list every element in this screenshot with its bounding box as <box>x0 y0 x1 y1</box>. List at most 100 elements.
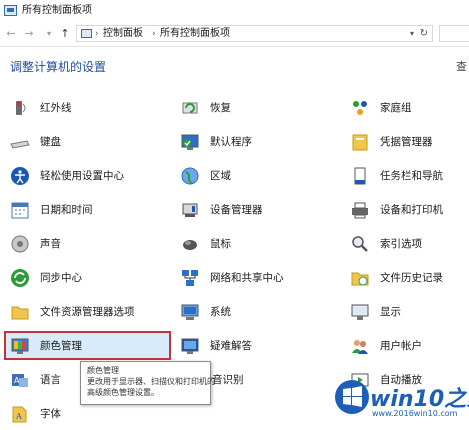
address-bar: ← → ▾ ↑ › 控制面板 › 所有控制面板项 ▾ ↻ <box>0 22 469 47</box>
item-label: 鼠标 <box>210 238 231 250</box>
item-label: 颜色管理 <box>40 340 82 352</box>
item-mouse[interactable]: 鼠标 <box>180 230 330 258</box>
item-credential-manager[interactable]: 凭据管理器 <box>350 128 468 156</box>
tooltip-title: 颜色管理 <box>87 366 119 375</box>
device-manager-icon <box>182 203 198 217</box>
item-infrared[interactable]: 红外线 <box>10 94 160 122</box>
watermark-url: www.2016win10.com <box>372 409 458 418</box>
item-label: 任务栏和导航 <box>380 170 443 182</box>
address-dropdown-icon[interactable]: ▾ <box>410 27 414 41</box>
item-network[interactable]: 网络和共享中心 <box>180 264 330 292</box>
taskbar-icon <box>354 167 366 185</box>
item-label: 红外线 <box>40 102 72 114</box>
control-panel-small-icon <box>81 29 92 38</box>
up-arrow-icon[interactable]: ↑ <box>58 26 72 42</box>
item-taskbar[interactable]: 任务栏和导航 <box>350 162 468 190</box>
refresh-icon[interactable]: ↻ <box>420 27 428 41</box>
tooltip-line: 高级颜色管理设置。 <box>87 388 159 397</box>
devices-printers-icon <box>352 202 368 219</box>
item-region[interactable]: 区域 <box>180 162 330 190</box>
language-icon: A <box>12 374 28 387</box>
breadcrumb-separator: › <box>152 29 156 39</box>
troubleshooting-icon <box>181 338 199 354</box>
item-language[interactable]: A 语言 <box>10 366 70 394</box>
item-label: 日期和时间 <box>40 204 93 216</box>
item-label: 同步中心 <box>40 272 82 284</box>
network-icon <box>182 270 198 286</box>
window-title: 所有控制面板项 <box>22 5 92 16</box>
item-label: 疑难解答 <box>210 340 252 352</box>
item-color-management[interactable]: 颜色管理 <box>10 332 160 360</box>
back-arrow-icon[interactable]: ← <box>4 26 18 42</box>
default-programs-icon <box>181 134 199 150</box>
item-label: 设备管理器 <box>210 204 263 216</box>
fonts-icon: A <box>12 406 27 423</box>
item-recovery[interactable]: 恢复 <box>180 94 330 122</box>
system-icon <box>181 304 199 320</box>
item-file-history[interactable]: 文件历史记录 <box>350 264 468 292</box>
item-label: 设备和打印机 <box>380 204 443 216</box>
item-label: 索引选项 <box>380 238 422 250</box>
item-label: 键盘 <box>40 136 61 148</box>
item-label: 默认程序 <box>210 136 252 148</box>
date-time-icon <box>11 202 29 219</box>
item-default-programs[interactable]: 默认程序 <box>180 128 330 156</box>
recovery-icon <box>182 102 198 114</box>
color-management-tooltip: 颜色管理 更改用于显示器、扫描仪和打印机的 高级颜色管理设置。 <box>80 361 215 405</box>
item-user-accounts[interactable]: 用户帐户 <box>350 332 468 360</box>
breadcrumb-all-items[interactable]: 所有控制面板项 <box>160 27 230 41</box>
item-speech-recognition[interactable]: 音识别 <box>212 366 292 394</box>
item-label: 字体 <box>40 408 61 420</box>
item-sound[interactable]: 声音 <box>10 230 160 258</box>
item-devices-printers[interactable]: 设备和打印机 <box>350 196 468 224</box>
tooltip-line: 更改用于显示器、扫描仪和打印机的 <box>87 377 215 386</box>
item-homegroup[interactable]: 家庭组 <box>350 94 468 122</box>
item-label: 文件历史记录 <box>380 272 443 284</box>
item-display[interactable]: 显示 <box>350 298 468 326</box>
forward-arrow-icon[interactable]: → <box>22 26 36 42</box>
item-label: 凭据管理器 <box>380 136 433 148</box>
item-label: 网络和共享中心 <box>210 272 284 284</box>
item-label: 用户帐户 <box>380 340 422 352</box>
recent-dropdown-icon[interactable]: ▾ <box>42 26 56 42</box>
item-label: 音识别 <box>212 374 244 386</box>
item-troubleshooting[interactable]: 疑难解答 <box>180 332 330 360</box>
item-ease-of-access[interactable]: 轻松使用设置中心 <box>10 162 160 190</box>
keyboard-icon <box>10 140 30 149</box>
control-panel-icon <box>4 5 17 16</box>
user-accounts-icon <box>352 340 368 354</box>
view-by-label[interactable]: 查 <box>456 58 467 74</box>
item-label: 系统 <box>210 306 231 318</box>
page-title: 调整计算机的设置 <box>10 60 107 74</box>
watermark: win10之家 www.2016win10.com <box>330 373 469 430</box>
sound-icon <box>11 235 29 253</box>
search-input[interactable] <box>439 25 469 42</box>
item-label: 家庭组 <box>380 102 412 114</box>
item-label: 声音 <box>40 238 61 250</box>
item-label: 显示 <box>380 306 401 318</box>
item-label: 文件资源管理器选项 <box>40 306 135 318</box>
title-bar: 所有控制面板项 <box>0 0 469 22</box>
mouse-icon <box>183 240 197 250</box>
breadcrumb-control-panel[interactable]: 控制面板 <box>103 27 143 41</box>
item-folder-options[interactable]: 文件资源管理器选项 <box>10 298 160 326</box>
file-history-icon <box>351 272 369 286</box>
item-device-manager[interactable]: 设备管理器 <box>180 196 330 224</box>
folder-options-icon <box>11 306 29 320</box>
item-label: 语言 <box>40 374 61 386</box>
item-keyboard[interactable]: 键盘 <box>10 128 160 156</box>
homegroup-icon <box>353 101 367 115</box>
item-label: 区域 <box>210 170 231 182</box>
address-field[interactable]: › 控制面板 › 所有控制面板项 ▾ ↻ <box>76 25 433 42</box>
credential-manager-icon <box>352 134 368 151</box>
breadcrumb-separator: › <box>95 29 99 39</box>
item-date-time[interactable]: 日期和时间 <box>10 196 160 224</box>
item-system[interactable]: 系统 <box>180 298 330 326</box>
color-management-icon <box>11 338 29 354</box>
region-icon <box>181 167 199 185</box>
item-indexing[interactable]: 索引选项 <box>350 230 468 258</box>
item-sync-center[interactable]: 同步中心 <box>10 264 160 292</box>
infrared-icon <box>16 101 26 115</box>
display-icon <box>351 304 369 320</box>
item-label: 恢复 <box>210 102 231 114</box>
